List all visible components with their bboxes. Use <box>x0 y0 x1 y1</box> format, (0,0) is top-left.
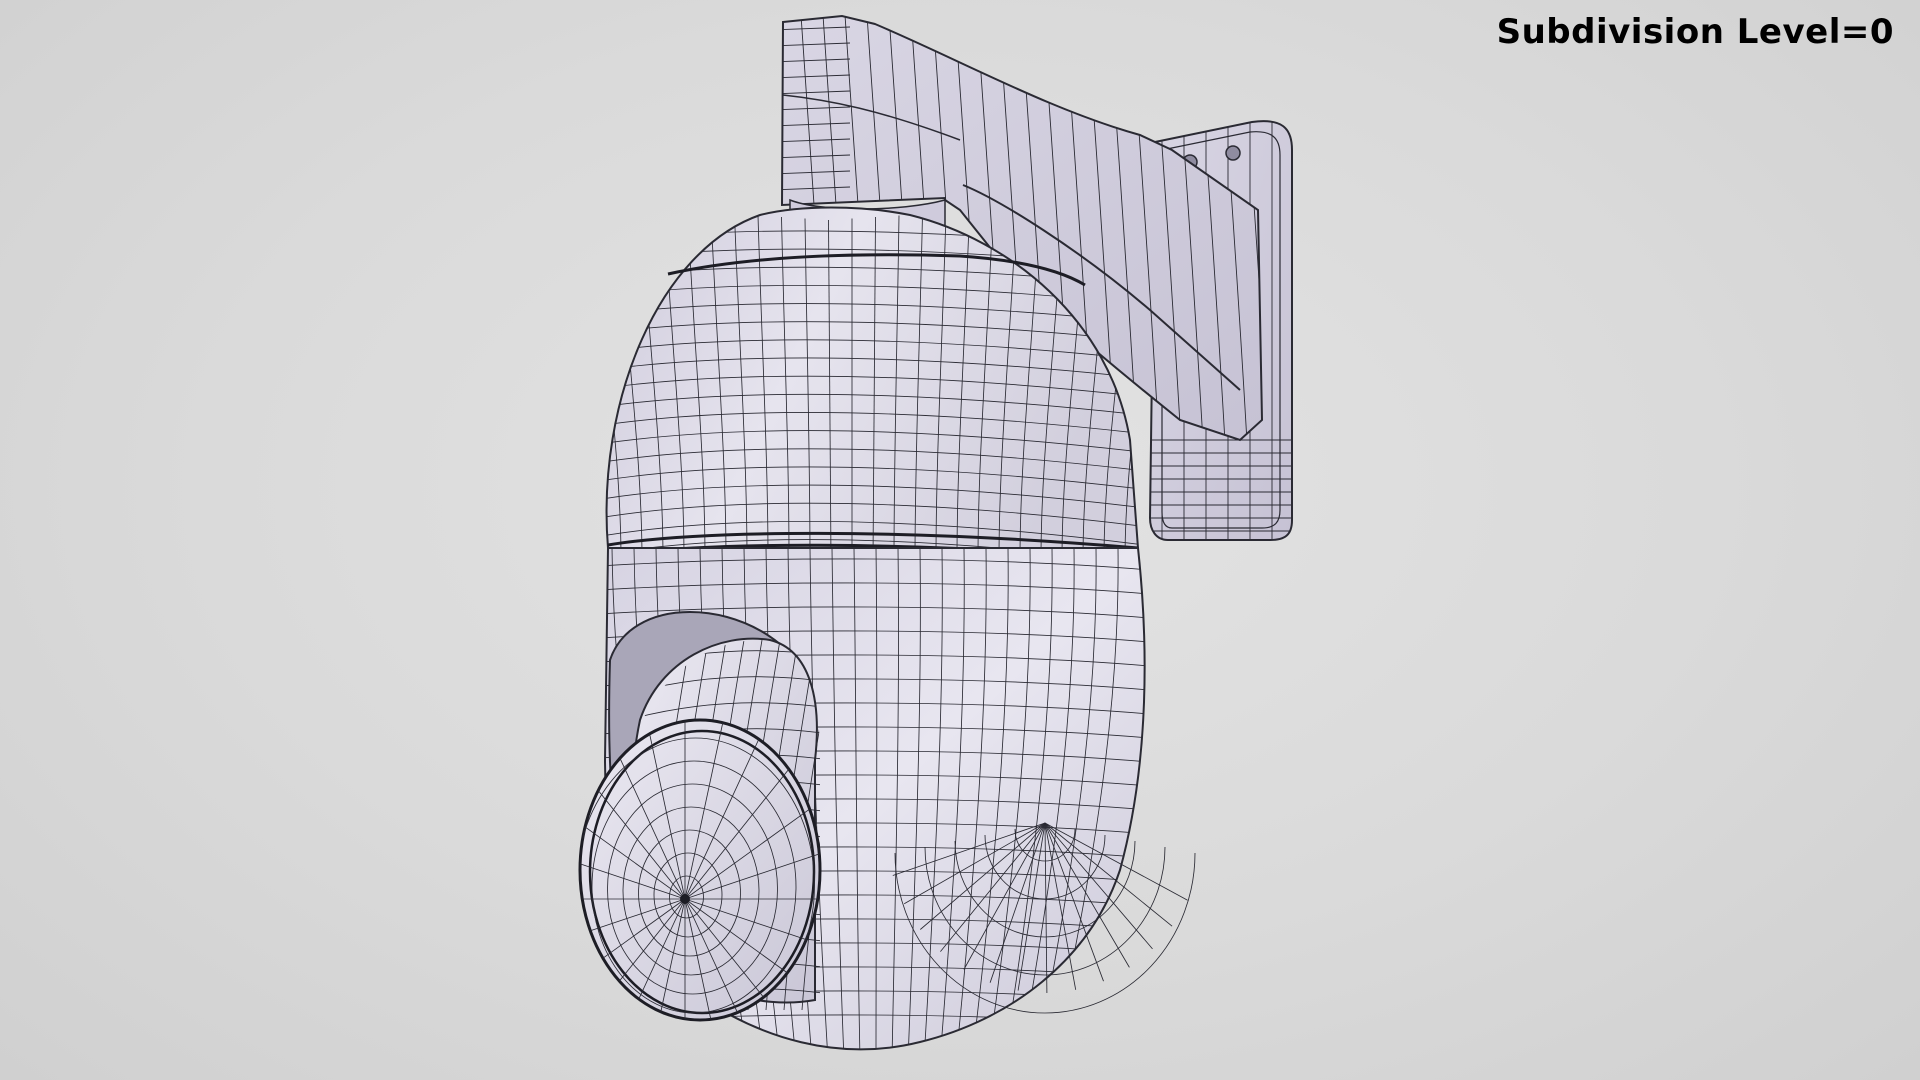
wire-line <box>570 204 600 561</box>
render-viewport: Subdivision Level=0 <box>0 0 1920 1080</box>
subdivision-level-label: Subdivision Level=0 <box>1496 12 1894 52</box>
lens-center <box>680 894 690 904</box>
screw-hole <box>1225 145 1241 161</box>
camera-wireframe-render <box>570 14 1293 1051</box>
